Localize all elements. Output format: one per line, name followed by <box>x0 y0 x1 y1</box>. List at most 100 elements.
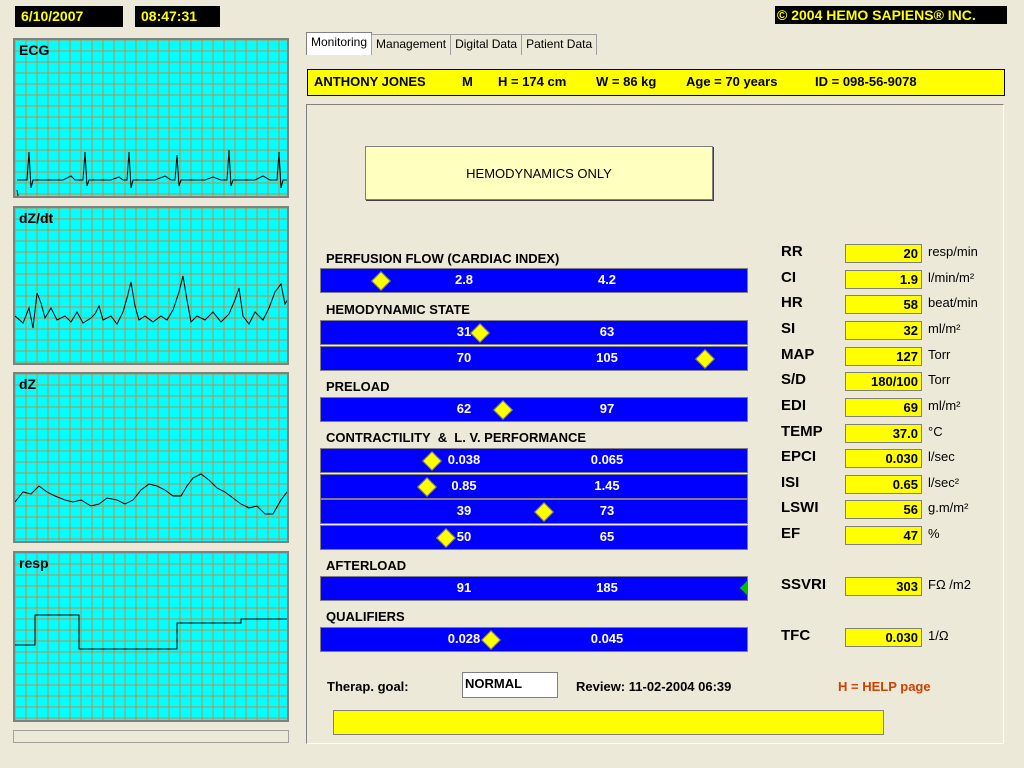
bar-low-value: 2.8 <box>454 272 474 287</box>
bar-marker <box>534 502 554 522</box>
bar-marker <box>481 630 501 650</box>
section-contractility: CONTRACTILITY & L. V. PERFORMANCE <box>326 430 587 445</box>
therap-goal-field[interactable]: NORMAL <box>462 672 558 698</box>
param-unit: l/sec² <box>928 475 960 490</box>
tab-monitoring[interactable]: Monitoring <box>306 32 373 55</box>
patient-height: H = 174 cm <box>498 74 567 89</box>
bar-low-value: 91 <box>456 580 472 595</box>
param-label-lswi: LSWI <box>781 499 819 516</box>
param-label-temp: TEMP <box>781 423 823 440</box>
patient-weight: W = 86 kg <box>596 74 657 89</box>
bar-high-value: 0.065 <box>590 452 624 467</box>
dzdt-graph: dZ/dt <box>13 206 289 365</box>
bar-marker <box>695 349 715 369</box>
bar-high-value: 0.045 <box>590 631 624 646</box>
bar-contractility-3: 39 73 <box>320 499 748 524</box>
param-unit: l/min/m² <box>928 270 975 285</box>
param-unit: l/sec <box>928 449 955 464</box>
section-perfusion: PERFUSION FLOW (CARDIAC INDEX) <box>326 251 560 266</box>
message-bar <box>333 710 884 735</box>
tab-digital-data[interactable]: Digital Data <box>450 34 523 55</box>
copyright-label: © 2004 HEMO SAPIENS® INC. <box>775 6 1007 24</box>
param-value-ci: 1.9 <box>845 270 922 289</box>
param-unit: beat/min <box>928 295 978 310</box>
bar-marker <box>371 271 391 291</box>
patient-info-bar: ANTHONY JONES M H = 174 cm W = 86 kg Age… <box>307 69 1005 96</box>
section-preload: PRELOAD <box>326 379 390 394</box>
graph-scrollbar[interactable] <box>13 730 289 743</box>
param-label-hr: HR <box>781 294 803 311</box>
bar-low-value: 50 <box>456 529 472 544</box>
tab-patient-data[interactable]: Patient Data <box>521 34 598 55</box>
bar-marker <box>470 323 490 343</box>
param-unit: °C <box>928 424 943 439</box>
param-unit: % <box>928 526 940 541</box>
param-label-ci: CI <box>781 269 796 286</box>
bar-low-value: 39 <box>456 503 472 518</box>
param-label-tfc: TFC <box>781 627 811 644</box>
bar-high-value: 97 <box>599 401 615 416</box>
section-hemodynamic: HEMODYNAMIC STATE <box>326 302 470 317</box>
param-label-isi: ISI <box>781 474 800 491</box>
bar-high-value: 63 <box>599 324 615 339</box>
mode-label: HEMODYNAMICS ONLY <box>466 165 612 181</box>
bar-overflow-marker <box>740 580 748 596</box>
therap-goal-label: Therap. goal: <box>327 679 409 694</box>
bar-low-value: 0.028 <box>447 631 481 646</box>
graph-label-ecg: ECG <box>19 42 50 58</box>
dz-waveform <box>15 374 287 541</box>
tab-bar: Monitoring Management Digital Data Patie… <box>306 32 598 55</box>
param-unit: Torr <box>928 347 951 362</box>
param-label-ssvri: SSVRI <box>781 576 827 593</box>
mode-label-box: HEMODYNAMICS ONLY <box>365 146 713 200</box>
patient-age: Age = 70 years <box>686 74 778 89</box>
dz-graph: dZ <box>13 372 289 543</box>
param-unit: Torr <box>928 372 951 387</box>
param-value-si: 32 <box>845 321 922 340</box>
tab-management[interactable]: Management <box>371 34 452 55</box>
param-value-tfc: 0.030 <box>845 628 922 647</box>
dzdt-waveform <box>15 208 287 363</box>
bar-low-value: 70 <box>456 350 472 365</box>
review-timestamp: Review: 11-02-2004 06:39 <box>576 679 732 694</box>
param-value-epci: 0.030 <box>845 449 922 468</box>
resp-waveform <box>15 553 287 720</box>
param-label-rr: RR <box>781 243 803 260</box>
bar-high-value: 4.2 <box>597 272 617 287</box>
section-afterload: AFTERLOAD <box>326 558 407 573</box>
time-display: 08:47:31 <box>135 6 220 27</box>
patient-name: ANTHONY JONES <box>314 74 426 89</box>
bar-afterload: 91 185 <box>320 576 748 601</box>
param-label-sd: S/D <box>781 371 807 388</box>
param-value-edi: 69 <box>845 398 922 417</box>
patient-sex: M <box>462 74 473 89</box>
bar-marker <box>422 451 442 471</box>
graph-label-dz: dZ <box>19 376 37 392</box>
param-unit: resp/min <box>928 244 978 259</box>
param-unit: ml/m² <box>928 321 961 336</box>
bar-high-value: 105 <box>596 350 618 365</box>
bar-cardiac-index: 2.8 4.2 <box>320 268 748 293</box>
bar-qualifiers: 0.028 0.045 <box>320 627 748 652</box>
bar-low-value: 0.038 <box>447 452 481 467</box>
patient-id: ID = 098-56-9078 <box>815 74 917 89</box>
param-value-isi: 0.65 <box>845 475 922 494</box>
param-label-edi: EDI <box>781 397 807 414</box>
date-display: 6/10/2007 <box>15 6 123 27</box>
param-label-epci: EPCI <box>781 448 817 465</box>
bar-marker <box>436 528 456 548</box>
param-value-sd: 180/100 <box>845 372 922 391</box>
bar-high-value: 65 <box>599 529 615 544</box>
param-value-lswi: 56 <box>845 500 922 519</box>
param-label-map: MAP <box>781 346 815 363</box>
section-qualifiers: QUALIFIERS <box>326 609 405 624</box>
graph-label-dzdt: dZ/dt <box>19 210 54 226</box>
ecg-graph: ECG <box>13 38 289 198</box>
bar-hemodynamic-2: 70 105 <box>320 346 748 371</box>
bar-low-value: 62 <box>456 401 472 416</box>
graph-label-resp: resp <box>19 555 49 571</box>
param-value-temp: 37.0 <box>845 424 922 443</box>
bar-marker <box>493 400 513 420</box>
param-value-ef: 47 <box>845 526 922 545</box>
bar-high-value: 1.45 <box>594 478 620 493</box>
